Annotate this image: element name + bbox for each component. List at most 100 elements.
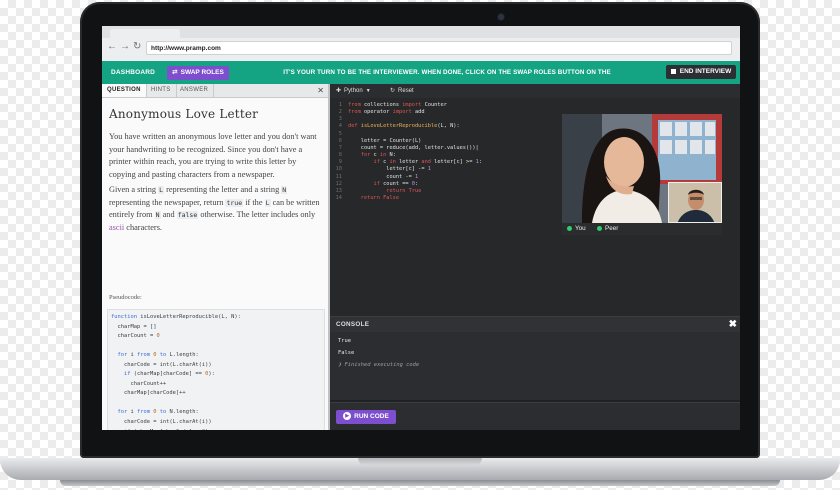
question-paragraph-1: You have written an anonymous love lette… <box>109 132 317 180</box>
reset-label: Reset <box>398 88 414 94</box>
line-number: 1 <box>338 102 342 108</box>
console-line: False <box>338 350 355 356</box>
pseudocode-block: function isLoveLetterReproducible(L, N):… <box>107 309 325 430</box>
back-arrow-icon[interactable]: ← <box>107 41 117 53</box>
you-label: You <box>567 223 586 235</box>
pseudocode-line: charCode = int(L.charAt(i)) <box>111 419 212 426</box>
line-number: 14 <box>335 195 342 202</box>
line-number: 12 <box>335 180 342 187</box>
tab-answer[interactable]: ANSWER <box>175 84 215 97</box>
close-icon[interactable]: ✖ <box>729 317 737 333</box>
end-interview-label: END INTERVIEW <box>679 68 732 75</box>
code-editor[interactable]: 1 2 3 4 5 6 7 8 9 10 11 12 13 14 from collections imp… <box>330 98 740 316</box>
run-bar: ▶ RUN CODE <box>330 402 740 430</box>
webcam-dot <box>498 14 504 20</box>
close-icon[interactable]: ✕ <box>317 84 324 97</box>
question-title: Anonymous Love Letter <box>109 107 259 121</box>
console-line: True <box>338 338 351 344</box>
you-label-text: You <box>575 225 586 232</box>
inline-code: N <box>154 211 161 220</box>
text-fragment: representing the newspaper, return <box>109 197 224 207</box>
language-select[interactable]: ✚ Python ▼ <box>336 85 371 97</box>
pseudocode-line: function isLoveLetterReproducible(L, N): <box>111 314 241 320</box>
pseudocode-line <box>111 342 324 352</box>
pseudocode-line: charCount = 0 <box>111 333 160 340</box>
pseudocode-line: charMap[charCode]++ <box>111 390 186 397</box>
pseudocode-line: charCode = int(L.charAt(i)) <box>111 361 212 368</box>
question-paragraph-2: Given a string L representing the letter… <box>109 184 321 235</box>
line-number: 5 <box>338 130 342 137</box>
peer-label-text: Peer <box>605 225 619 232</box>
stop-square-icon <box>670 68 676 74</box>
video-labels: You Peer <box>562 223 722 235</box>
forward-arrow-icon[interactable]: → <box>120 41 130 53</box>
tab-question[interactable]: QUESTION <box>102 84 147 97</box>
screen: ← → ↻ http://www.pramp.com DASHBOARD ⇄ SW… <box>102 26 740 430</box>
text-fragment: otherwise. The letter includes only <box>200 210 316 220</box>
pseudocode-line <box>111 399 324 409</box>
inline-code: true <box>225 198 244 207</box>
swap-arrows-icon: ⇄ <box>172 69 178 76</box>
online-dot-icon <box>597 225 602 231</box>
line-number: 11 <box>335 173 342 180</box>
inline-code: N <box>281 186 288 194</box>
line-number: 8 <box>338 152 342 159</box>
peer-video-main <box>562 114 722 235</box>
line-number: 3 <box>338 116 342 123</box>
video-panel: You Peer <box>562 114 722 235</box>
laptop-base <box>0 458 840 480</box>
pseudocode-line: for i from 0 to L.length: <box>117 352 199 359</box>
line-number: 9 <box>338 159 342 166</box>
self-video-image <box>669 183 721 222</box>
refresh-icon[interactable]: ↻ <box>133 41 141 53</box>
end-interview-button[interactable]: END INTERVIEW <box>666 65 736 79</box>
inline-code: L <box>264 198 271 207</box>
pseudocode-line: charMap = [] <box>111 323 157 330</box>
question-tabs: QUESTION HINTS ANSWER ✕ <box>102 84 328 98</box>
swap-roles-button[interactable]: ⇄ SWAP ROLES <box>167 66 229 80</box>
ascii-link[interactable]: ascii <box>109 223 124 232</box>
line-numbers: 1 2 3 4 5 6 7 8 9 10 11 12 13 14 <box>332 102 342 202</box>
text-fragment: and <box>162 210 175 220</box>
editor-toolbar: ✚ Python ▼ ↻ Reset <box>330 84 740 98</box>
laptop-base-bottom <box>60 480 780 486</box>
console-title: CONSOLE <box>336 321 370 328</box>
pseudocode-line: if (charMap[charCode] > 0): <box>111 428 324 430</box>
app-header: DASHBOARD ⇄ SWAP ROLES IT'S YOUR TURN TO … <box>102 61 740 99</box>
peer-label: Peer <box>597 223 618 235</box>
pseudocode-label: Pseudocode: <box>109 294 142 301</box>
address-bar[interactable]: http://www.pramp.com <box>146 41 732 55</box>
question-panel: QUESTION HINTS ANSWER ✕ Anonymous Love L… <box>102 84 330 430</box>
code-content[interactable]: from collections import Counter from ope… <box>348 102 482 202</box>
dashboard-button[interactable]: DASHBOARD <box>107 65 159 80</box>
turn-message: IT'S YOUR TURN TO BE THE INTERVIEWER. WH… <box>283 69 611 99</box>
console-finished-text: Finished executing code <box>344 362 420 368</box>
line-number: 13 <box>335 187 342 194</box>
text-fragment: Given a string <box>109 185 157 194</box>
line-number: 4 <box>338 123 342 130</box>
laptop-notch <box>358 458 482 465</box>
line-number: 10 <box>335 166 342 173</box>
inline-code: false <box>176 211 199 220</box>
browser-bar: ← → ↻ http://www.pramp.com <box>102 26 740 62</box>
chevron-down-icon: ▼ <box>365 88 371 94</box>
text-fragment: representing the letter and a string <box>166 185 280 194</box>
online-dot-icon <box>567 225 572 231</box>
python-icon: ✚ <box>336 88 342 94</box>
pseudocode-line: if (charMap[charCode] == 0): <box>123 371 215 378</box>
browser-tabstrip <box>102 26 740 38</box>
inline-code: L <box>158 186 165 194</box>
browser-tab[interactable] <box>110 29 180 38</box>
run-code-label: RUN CODE <box>354 413 389 420</box>
pseudocode-line: charCount++ <box>111 380 167 387</box>
console-finished-line: ❯ Finished executing code <box>338 359 419 371</box>
reset-button[interactable]: ↻ Reset <box>390 85 414 97</box>
language-label: Python <box>344 88 363 94</box>
pseudocode-line: for i from 0 to N.length: <box>117 409 199 416</box>
tab-hints[interactable]: HINTS <box>146 84 177 97</box>
console-output: True False ❯ Finished executing code <box>330 332 740 400</box>
play-icon: ▶ <box>343 412 352 421</box>
text-fragment: if the <box>245 197 263 207</box>
line-number: 6 <box>338 137 342 144</box>
run-code-button[interactable]: ▶ RUN CODE <box>336 410 396 424</box>
